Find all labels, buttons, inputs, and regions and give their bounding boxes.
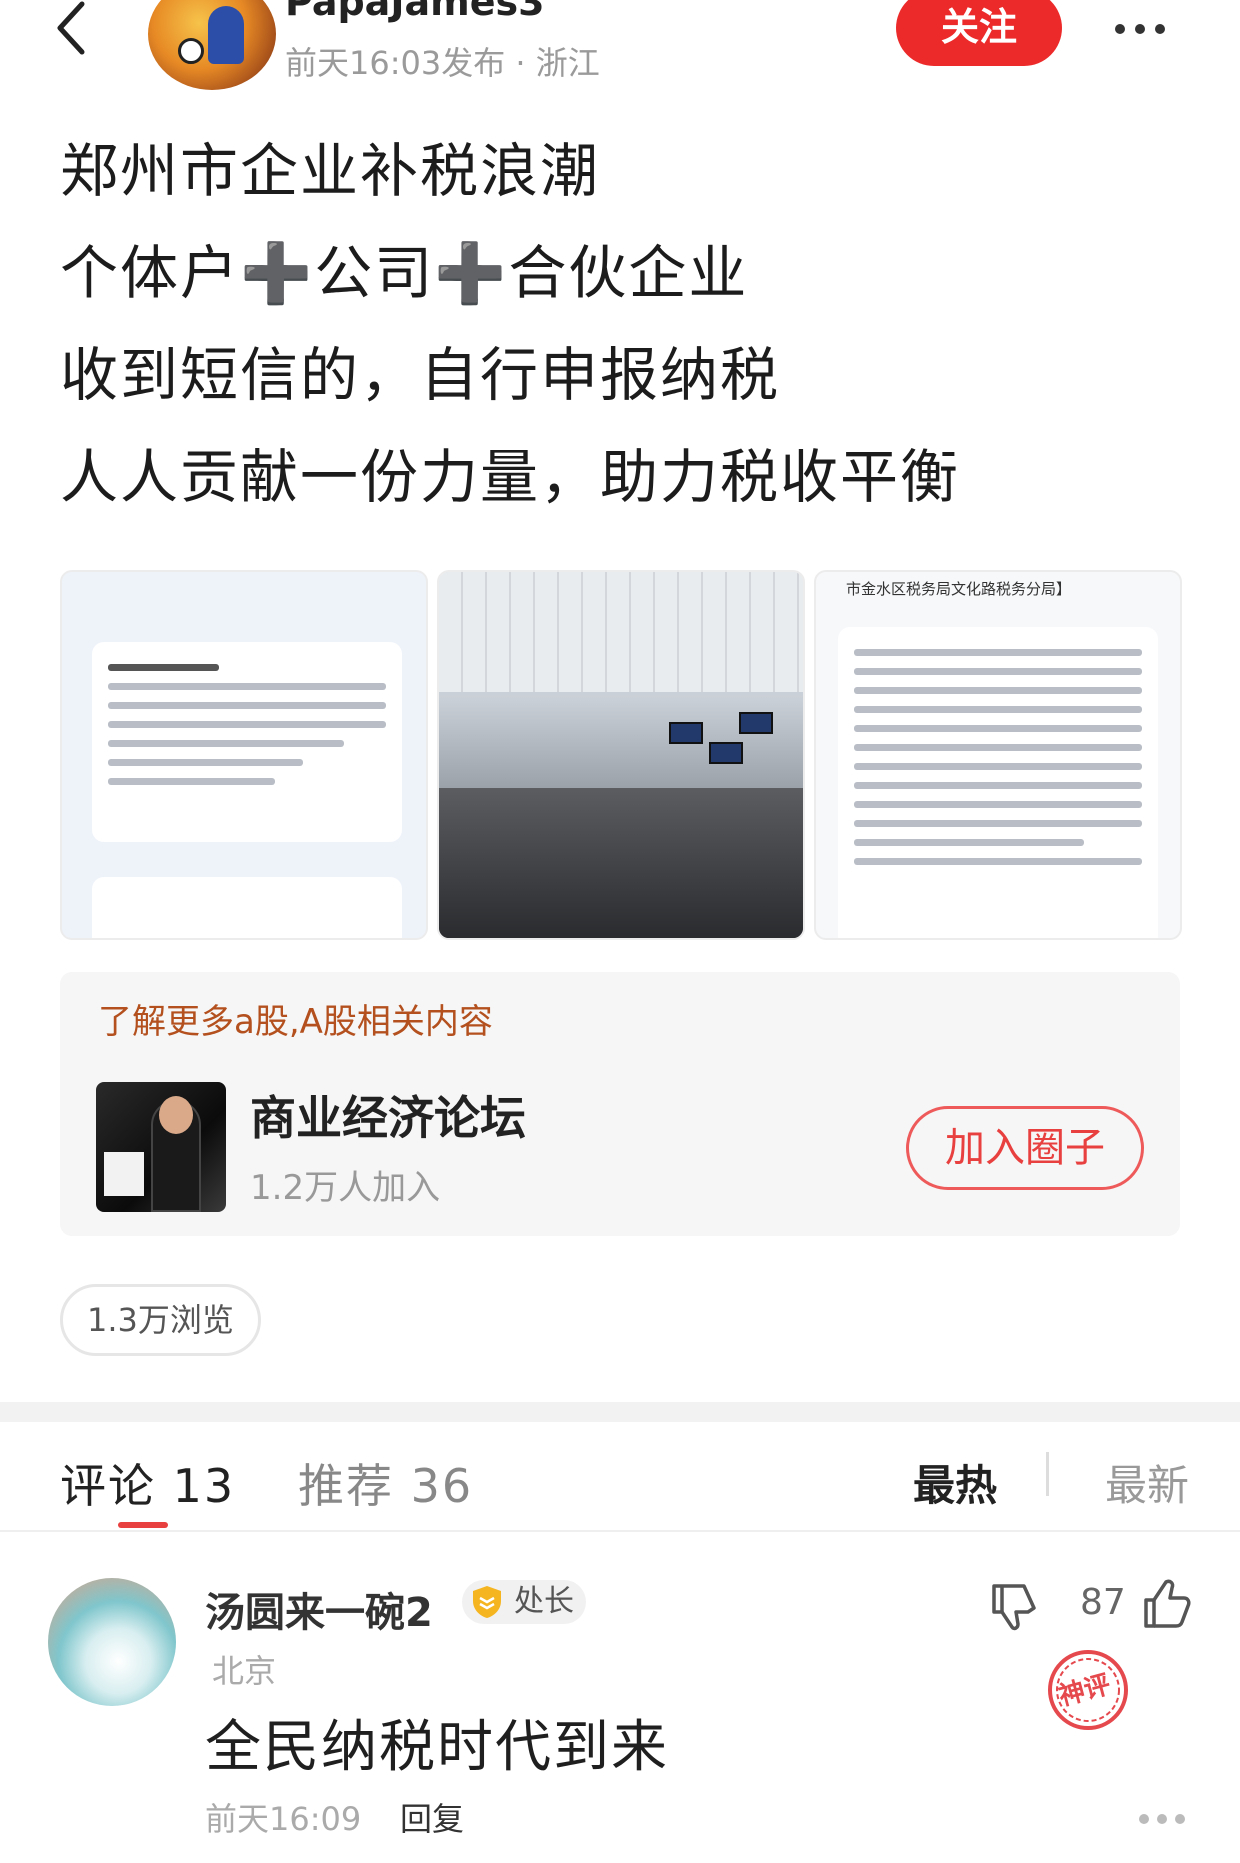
commenter-name[interactable]: 汤圆来一碗2 <box>205 1580 433 1638</box>
commenter-location: 北京 <box>212 1652 277 1690</box>
hall-ceiling <box>439 572 803 692</box>
avatar-ball <box>178 38 204 64</box>
circle-thumbnail <box>96 1082 226 1212</box>
circle-name: 商业经济论坛 <box>250 1091 526 1145</box>
sms-header-text: 市金水区税务局文化路税务分局】 <box>846 580 1072 598</box>
thumbnail-face <box>159 1096 193 1134</box>
comment-more-icon[interactable] <box>1138 1812 1186 1826</box>
author-avatar[interactable] <box>148 0 276 90</box>
image-thumbnail-sms-1[interactable] <box>60 570 428 940</box>
reply-button[interactable]: 回复 <box>400 1794 464 1840</box>
circle-recommendation-card[interactable]: 了解更多a股,A股相关内容 商业经济论坛 1.2万人加入 加入圈子 <box>60 972 1180 1236</box>
post-line-3: 收到短信的，自行申报纳税 <box>60 341 781 409</box>
top-comment-stamp: 神评 <box>1044 1646 1132 1734</box>
post-line-1: 郑州市企业补税浪潮 <box>60 137 601 205</box>
like-icon[interactable] <box>1138 1576 1194 1632</box>
thumbnail-panel <box>104 1152 144 1196</box>
commenter-rank-badge: 处长 <box>462 1580 586 1624</box>
image-gallery: 市金水区税务局文化路税务分局】 <box>60 570 1182 940</box>
sort-new-option[interactable]: 最新 <box>1105 1452 1189 1513</box>
post-content: 郑州市企业补税浪潮 个体户➕公司➕合伙企业 收到短信的，自行申报纳税 人人贡献一… <box>60 120 1180 528</box>
rank-badge-label: 处长 <box>514 1584 574 1619</box>
avatar-figure <box>208 6 244 64</box>
hall-screen <box>669 722 703 744</box>
join-circle-button[interactable]: 加入圈子 <box>906 1106 1144 1190</box>
hall-screen <box>739 712 773 734</box>
comment-text: 全民纳税时代到来 <box>205 1715 669 1780</box>
back-arrow-icon[interactable] <box>50 0 100 60</box>
hall-screen <box>709 742 743 764</box>
hall-crowd <box>439 788 803 938</box>
circle-member-count: 1.2万人加入 <box>250 1168 441 1208</box>
comment-tabs: 评论 13 推荐 36 最热 最新 <box>0 1422 1240 1532</box>
follow-button[interactable]: 关注 <box>896 0 1062 66</box>
sms-bubble <box>92 642 402 842</box>
view-count-pill: 1.3万浏览 <box>60 1284 261 1356</box>
commenter-avatar[interactable] <box>48 1578 176 1706</box>
tab-comments[interactable]: 评论 13 <box>60 1450 235 1516</box>
active-tab-indicator <box>118 1522 168 1528</box>
image-thumbnail-sms-2[interactable]: 市金水区税务局文化路税务分局】 <box>814 570 1182 940</box>
sms-text-lines <box>854 649 1142 877</box>
sms-bubble <box>838 627 1158 938</box>
like-count: 87 <box>1080 1582 1126 1623</box>
shield-badge-icon <box>473 1586 501 1618</box>
section-divider <box>0 1402 1240 1422</box>
tab-recommend[interactable]: 推荐 36 <box>298 1450 473 1516</box>
circle-card-title[interactable]: 了解更多a股,A股相关内容 <box>98 994 493 1043</box>
comment-item: 汤圆来一碗2 处长 北京 全民纳税时代到来 前天16:09 回复 87 神评 <box>0 1550 1240 1863</box>
post-line-2: 个体户➕公司➕合伙企业 <box>60 239 749 307</box>
comment-time: 前天16:09 <box>205 1800 362 1838</box>
sms-bubble-2 <box>92 877 402 938</box>
more-options-icon[interactable] <box>1112 14 1168 44</box>
post-meta: 前天16:03发布 · 浙江 <box>285 44 600 82</box>
sort-hot-option[interactable]: 最热 <box>913 1452 997 1513</box>
sort-separator <box>1046 1452 1049 1496</box>
top-bar: PapaJames3 前天16:03发布 · 浙江 关注 <box>0 0 1240 100</box>
author-username[interactable]: PapaJames3 <box>285 0 545 24</box>
post-line-4: 人人贡献一份力量，助力税收平衡 <box>60 443 961 511</box>
dislike-icon[interactable] <box>988 1580 1042 1634</box>
sms-text-lines <box>108 664 386 797</box>
image-thumbnail-tax-hall[interactable] <box>437 570 805 940</box>
